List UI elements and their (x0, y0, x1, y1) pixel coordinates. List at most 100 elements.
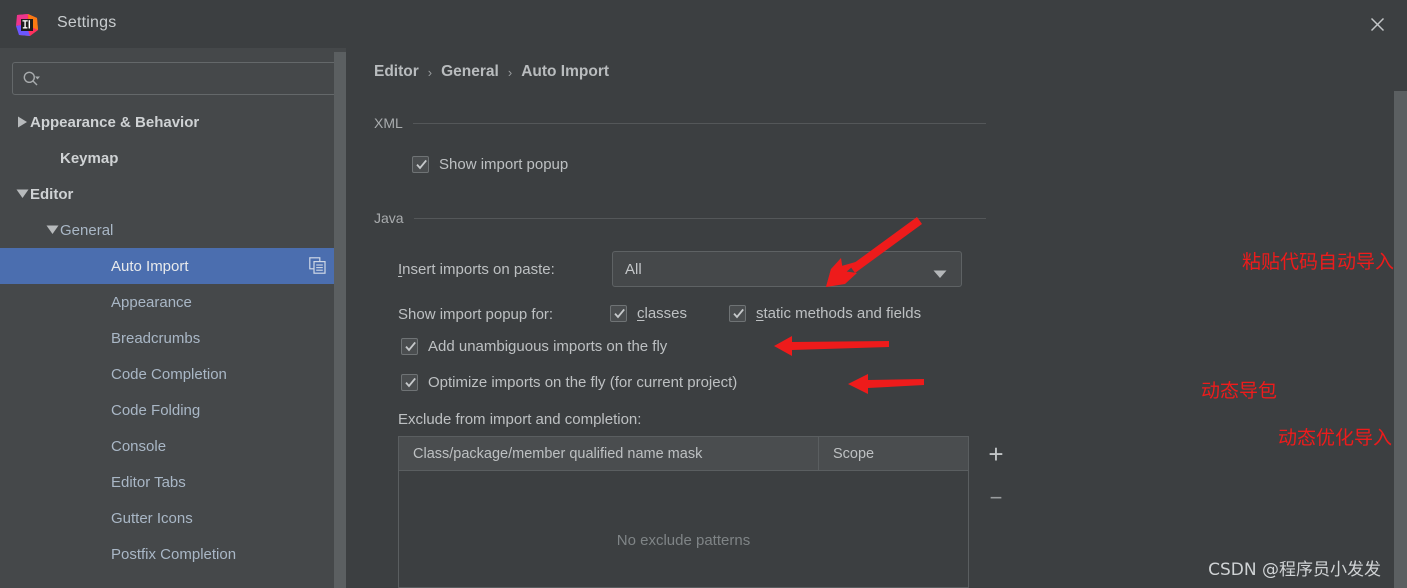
chevron-down-icon[interactable] (14, 186, 30, 202)
sidebar-item-label: Keymap (60, 149, 119, 167)
search-input[interactable] (47, 63, 343, 94)
main-scrollbar-thumb[interactable] (1394, 91, 1407, 588)
checkmark-icon[interactable] (401, 374, 418, 391)
watermark: CSDN @程序员小发发 (1208, 560, 1381, 580)
checkbox-static-methods-and-fields[interactable]: static methods and fields (729, 305, 921, 322)
insert-imports-dropdown[interactable]: All (612, 251, 962, 287)
settings-sidebar: Appearance & Behavior Keymap Editor General… (0, 48, 348, 588)
settings-dialog: Settings Appearance & Behavior Keymap Ed… (0, 0, 1407, 588)
chevron-right-icon: › (507, 64, 513, 80)
label-rest: nsert imports on paste: (402, 261, 555, 278)
annotation-arrow-optimize-import (848, 374, 924, 394)
sidebar-item-label: Editor Tabs (111, 473, 186, 491)
table-body[interactable]: No exclude patterns (399, 471, 968, 587)
checkmark-icon[interactable] (610, 305, 627, 322)
sidebar-item-general[interactable]: General (0, 212, 346, 248)
checkmark-icon[interactable] (412, 156, 429, 173)
breadcrumb-item-auto-import: Auto Import (521, 63, 610, 80)
search-field-wrapper (12, 62, 348, 95)
breadcrumb-item-editor[interactable]: Editor (374, 63, 419, 81)
group-divider (412, 122, 986, 124)
sidebar-scrollbar-thumb[interactable] (334, 52, 346, 432)
mnemonic-char: s (756, 305, 764, 322)
table-header-row: Class/package/member qualified name mask… (399, 437, 968, 471)
group-label-xml: XML (374, 115, 403, 131)
intellij-idea-logo-icon (14, 12, 40, 38)
sidebar-item-code-completion[interactable]: Code Completion (0, 356, 346, 392)
checkbox-show-import-popup[interactable]: Show import popup (412, 156, 568, 173)
sidebar-item-label: Code Completion (111, 365, 227, 383)
chevron-right-icon[interactable] (14, 114, 30, 130)
exclude-patterns-table: Class/package/member qualified name mask… (398, 436, 969, 588)
checkbox-add-unambiguous-imports[interactable]: Add unambiguous imports on the fly (401, 338, 667, 355)
label-show-import-popup-for: Show import popup for: (398, 306, 554, 323)
sidebar-item-label: Auto Import (111, 257, 189, 275)
sidebar-item-editor[interactable]: Editor (0, 176, 346, 212)
sidebar-scrollbar-track[interactable] (334, 52, 346, 588)
sidebar-item-gutter-icons[interactable]: Gutter Icons (0, 500, 346, 536)
column-header-scope[interactable]: Scope (819, 437, 968, 470)
annotation-text-dynamic: 动态导包 (1201, 380, 1278, 402)
group-divider (413, 217, 986, 219)
sidebar-item-label: Code Folding (111, 401, 201, 419)
sidebar-item-appearance[interactable]: Appearance (0, 284, 346, 320)
close-icon[interactable] (1361, 8, 1393, 40)
group-header-java: Java (374, 210, 986, 226)
group-header-xml: XML (374, 115, 986, 131)
add-pattern-button[interactable]: + (978, 436, 1014, 472)
sidebar-item-label: Postfix Completion (111, 545, 237, 563)
main-scrollbar-track[interactable] (1394, 48, 1407, 588)
label-rest: tatic methods and fields (763, 305, 922, 322)
settings-main-panel: Editor › General › Auto Import XML Show … (346, 48, 1407, 588)
chevron-right-icon: › (427, 64, 433, 80)
checkbox-label: classes (637, 305, 687, 322)
mnemonic-char: c (637, 305, 645, 322)
remove-pattern-button[interactable]: − (978, 480, 1014, 516)
sidebar-item-keymap[interactable]: Keymap (0, 140, 346, 176)
sidebar-item-label: Console (111, 437, 167, 455)
chevron-down-icon[interactable] (933, 266, 947, 284)
sidebar-item-editor-tabs[interactable]: Editor Tabs (0, 464, 346, 500)
checkbox-label: static methods and fields (756, 305, 921, 322)
label-insert-imports-on-paste: Insert imports on paste: (398, 261, 555, 278)
annotation-text-paste: 粘贴代码自动导入全部 (1242, 251, 1407, 273)
label-rest: lasses (644, 305, 688, 322)
breadcrumb: Editor › General › Auto Import (374, 63, 609, 81)
sidebar-item-postfix-completion[interactable]: Postfix Completion (0, 536, 346, 572)
sidebar-item-code-folding[interactable]: Code Folding (0, 392, 346, 428)
checkbox-label: Optimize imports on the fly (for current… (428, 374, 738, 391)
checkbox-classes[interactable]: classes (610, 305, 687, 322)
sidebar-item-console[interactable]: Console (0, 428, 346, 464)
group-label-java: Java (374, 210, 404, 226)
sidebar-item-label: Breadcrumbs (111, 329, 201, 347)
dropdown-selected-value: All (625, 260, 642, 278)
chevron-down-icon[interactable] (44, 222, 60, 238)
empty-state-message: No exclude patterns (616, 532, 751, 549)
sidebar-item-label: Gutter Icons (111, 509, 193, 527)
annotation-text-optimize: 动态优化导入 (1278, 427, 1393, 449)
label-exclude-from-import: Exclude from import and completion: (398, 411, 642, 428)
sidebar-item-auto-import[interactable]: Auto Import (0, 248, 346, 284)
annotation-arrow-dynamic-import (774, 336, 889, 356)
breadcrumb-item-general[interactable]: General (441, 63, 499, 81)
column-header-mask[interactable]: Class/package/member qualified name mask (399, 437, 819, 470)
checkbox-optimize-imports[interactable]: Optimize imports on the fly (for current… (401, 374, 737, 391)
window-title: Settings (57, 14, 117, 31)
search-icon (22, 70, 40, 88)
sidebar-item-appearance-behavior[interactable]: Appearance & Behavior (0, 104, 346, 140)
checkmark-icon[interactable] (729, 305, 746, 322)
sidebar-item-breadcrumbs[interactable]: Breadcrumbs (0, 320, 346, 356)
checkmark-icon[interactable] (401, 338, 418, 355)
copy-icon[interactable] (309, 257, 326, 274)
search-box[interactable] (12, 62, 348, 95)
sidebar-item-label: Appearance (111, 293, 192, 311)
